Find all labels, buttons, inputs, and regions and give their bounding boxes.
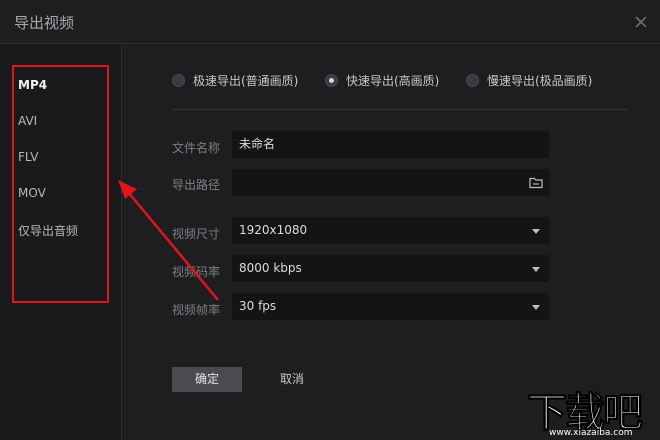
bitrate-value: 8000 kbps [239, 261, 302, 275]
resolution-select[interactable]: 1920x1080 [232, 217, 549, 244]
cancel-button[interactable]: 取消 [280, 367, 304, 392]
radio-fast-normal[interactable]: 极速导出(普通画质) [172, 71, 298, 89]
radio-label: 极速导出(普通画质) [193, 73, 299, 88]
format-list-highlight [12, 65, 109, 303]
filename-input[interactable]: 未命名 [232, 131, 549, 158]
divider [172, 109, 628, 110]
radio-indicator [172, 73, 185, 87]
radio-indicator [325, 73, 338, 87]
radio-label: 慢速导出(极品画质) [487, 73, 593, 88]
chevron-down-icon [532, 229, 540, 234]
resolution-label: 视频尺寸 [172, 227, 221, 241]
chevron-down-icon [532, 305, 540, 310]
format-item-mp4[interactable]: MP4 [18, 78, 47, 92]
format-sidebar: MP4 AVI FLV MOV 仅导出音频 [0, 45, 122, 440]
format-item-avi[interactable]: AVI [18, 114, 37, 128]
close-icon[interactable] [632, 13, 650, 31]
radio-label: 快速导出(高画质) [346, 73, 440, 88]
format-item-mov[interactable]: MOV [18, 186, 46, 200]
format-item-flv[interactable]: FLV [18, 150, 38, 164]
chevron-down-icon [532, 267, 540, 272]
filename-label: 文件名称 [172, 141, 221, 155]
radio-quick-high[interactable]: 快速导出(高画质) [325, 71, 439, 89]
radio-indicator [466, 73, 479, 87]
folder-icon[interactable] [529, 176, 543, 189]
confirm-button[interactable]: 确定 [172, 367, 242, 392]
bitrate-label: 视频码率 [172, 265, 221, 279]
watermark-url: www.xiazaiba.com [549, 428, 633, 438]
resolution-value: 1920x1080 [239, 223, 308, 237]
path-input[interactable] [232, 169, 549, 196]
title-bar: 导出视频 [0, 0, 660, 44]
path-label: 导出路径 [172, 178, 221, 192]
framerate-value: 30 fps [239, 299, 277, 313]
format-item-audio-only[interactable]: 仅导出音频 [18, 222, 78, 239]
framerate-label: 视频帧率 [172, 303, 221, 317]
window-title: 导出视频 [14, 14, 75, 32]
radio-slow-best[interactable]: 慢速导出(极品画质) [466, 71, 592, 89]
framerate-select[interactable]: 30 fps [232, 293, 549, 320]
bitrate-select[interactable]: 8000 kbps [232, 255, 549, 282]
